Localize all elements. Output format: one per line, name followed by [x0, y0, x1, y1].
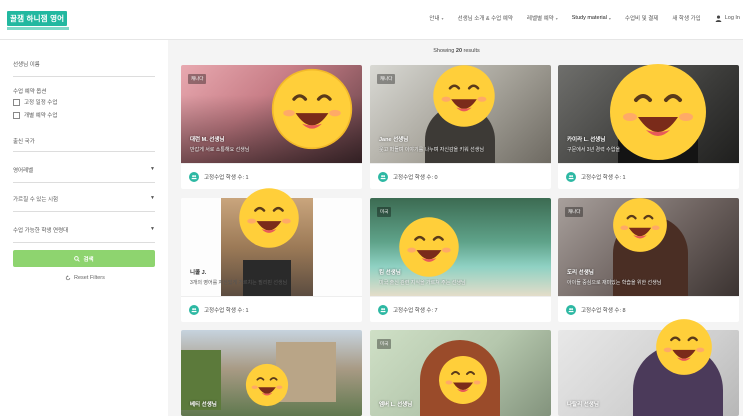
checkbox-box: [13, 111, 20, 119]
teacher-name: 베티 선생님: [190, 402, 217, 408]
card-footer: 고정수업 학생 수: 1: [558, 163, 739, 189]
age-select[interactable]: 수업 가능한 학생 연령대 ▼: [13, 226, 155, 234]
students-icon: [378, 171, 388, 182]
country-input[interactable]: 출신 국가: [13, 137, 35, 145]
caret-down-icon: ▼: [150, 226, 155, 232]
fixed-lesson-checkbox[interactable]: 고정 일정 수업: [13, 98, 57, 106]
country-badge: 캐나다: [565, 207, 584, 217]
teacher-name: Jane 선생님: [379, 137, 409, 143]
exam-select[interactable]: 가르칠 수 있는 시험 ▼: [13, 195, 155, 203]
teacher-desc: 미국 출신 관련 지식을 가르쳐 주는 선생님: [379, 280, 466, 286]
reset-icon: [65, 275, 71, 281]
filter-sidebar: 선생님 이름 수업 예약 옵션 고정 일정 수업 개별 예약 수업 출신 국가 …: [0, 40, 168, 416]
teacher-name-underline: [13, 76, 155, 77]
level-underline: [13, 182, 155, 183]
nav-level-booking[interactable]: 레벨별 예약 ▾: [527, 14, 558, 23]
teacher-name: 도리 선생님: [567, 270, 594, 276]
results-count: Showing 20 results: [433, 48, 480, 54]
smiley-face-icon: [433, 65, 495, 127]
user-icon: [715, 15, 722, 22]
smiley-face-icon: [610, 64, 706, 160]
card-footer: 고정수업 학생 수: 1: [181, 296, 362, 322]
students-icon: [189, 171, 199, 182]
teacher-desc: 아이들 중심으로 재미있는 학습을 위한 선생님: [567, 280, 662, 286]
lesson-options-label: 수업 예약 옵션: [13, 89, 47, 95]
students-icon: [189, 304, 199, 315]
country-badge: 캐나다: [377, 74, 396, 84]
student-count: 고정수업 학생 수: 8: [581, 307, 626, 314]
nav-study-material[interactable]: Study material ▾: [572, 15, 611, 21]
smiley-face-icon: [439, 356, 487, 404]
student-count: 고정수업 학생 수: 1: [204, 174, 249, 181]
smiley-face-icon: [245, 363, 289, 407]
card-footer: 고정수업 학생 수: 7: [370, 296, 551, 322]
nav-signup[interactable]: 새 학생 가입: [672, 14, 700, 22]
teacher-name: 나탈리 선생님: [567, 402, 599, 408]
nav-guide[interactable]: 안내 ▾: [429, 14, 444, 23]
level-select[interactable]: 영어레벨 ▼: [13, 166, 155, 174]
search-icon: [74, 255, 81, 262]
teacher-name: 니콜 J.: [190, 270, 207, 276]
teacher-name: 엠버 L. 선생님: [379, 402, 413, 408]
nav-pricing[interactable]: 수업비 및 결제: [625, 14, 658, 22]
age-underline: [13, 242, 155, 243]
site-logo[interactable]: 꿀잼 하니잼 영어: [7, 11, 69, 30]
teacher-name: 대런 M. 선생님: [190, 137, 225, 143]
individual-lesson-checkbox[interactable]: 개별 예약 수업: [13, 111, 57, 119]
chevron-down-icon: ▾: [608, 15, 611, 21]
smiley-face-icon: [656, 319, 712, 375]
caret-down-icon: ▼: [150, 166, 155, 172]
login-link[interactable]: Log In: [715, 15, 740, 22]
search-button[interactable]: 검색: [13, 250, 155, 267]
smiley-face-icon: [271, 68, 353, 150]
card-footer: 고정수업 학생 수: 0: [370, 163, 551, 189]
country-badge: 미국: [377, 207, 392, 217]
country-underline: [13, 151, 155, 152]
teacher-name: 카이라 L. 선생님: [567, 137, 606, 143]
chevron-down-icon: ▾: [555, 15, 558, 21]
top-navbar: 꿀잼 하니잼 영어 안내 ▾ 선생님 소개 & 수업 예약 레벨별 예약 ▾ Stu…: [0, 0, 743, 40]
logo-text: 꿀잼 하니잼 영어: [7, 11, 68, 26]
country-badge: 캐나다: [188, 74, 207, 84]
exam-underline: [13, 211, 155, 212]
teacher-desc: 3개의 영어를 자신있게 가르치는 필리핀 선생님: [190, 280, 288, 286]
student-count: 고정수업 학생 수: 0: [393, 174, 438, 181]
country-badge: 미국: [377, 339, 392, 349]
main-nav: 안내 ▾ 선생님 소개 & 수업 예약 레벨별 예약 ▾ Study materia…: [415, 14, 740, 22]
nav-teachers[interactable]: 선생님 소개 & 수업 예약: [458, 14, 513, 22]
checkbox-box: [13, 98, 20, 106]
students-icon: [566, 304, 576, 315]
caret-down-icon: ▼: [150, 195, 155, 201]
students-icon: [378, 304, 388, 315]
chevron-down-icon: ▾: [441, 15, 444, 21]
card-footer: 고정수업 학생 수: 1: [181, 163, 362, 189]
teacher-name-input[interactable]: 선생님 이름: [13, 60, 40, 68]
smiley-face-icon: [613, 198, 667, 252]
teacher-desc: 웃고 떠들며 이야기를 나누며 자신감을 키워 선생님: [379, 147, 484, 153]
student-count: 고정수업 학생 수: 7: [393, 307, 438, 314]
students-icon: [566, 171, 576, 182]
logo-underline: [7, 27, 69, 30]
student-count: 고정수업 학생 수: 1: [581, 174, 626, 181]
smiley-face-icon: [399, 217, 459, 277]
smiley-face-icon: [239, 188, 299, 248]
student-count: 고정수업 학생 수: 1: [204, 307, 249, 314]
reset-filters-link[interactable]: Reset Filters: [65, 275, 105, 281]
